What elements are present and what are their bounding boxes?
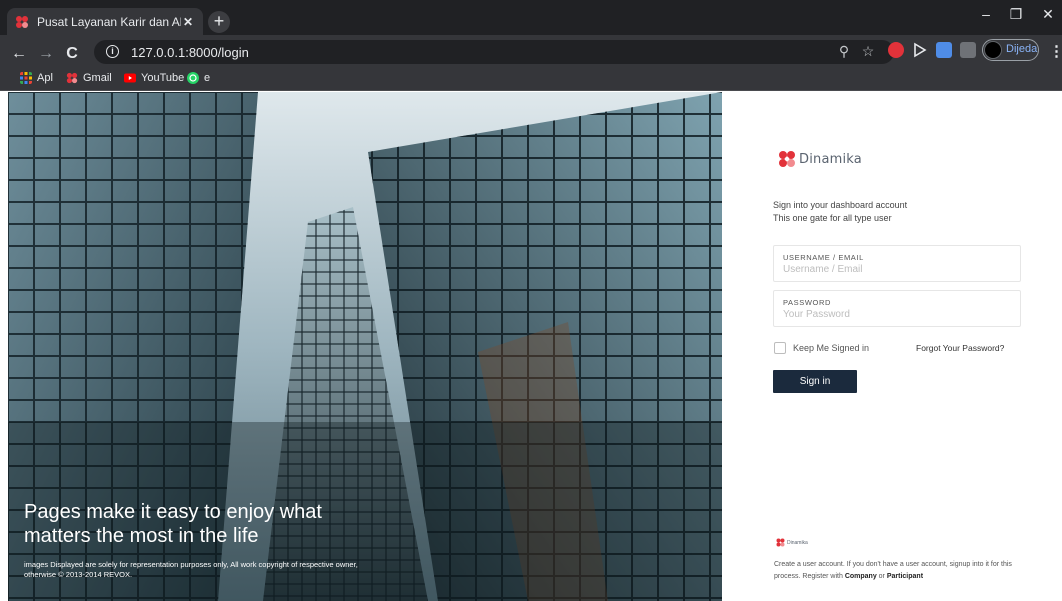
hero-headline: Pages make it easy to enjoy what matters… bbox=[24, 501, 322, 547]
hero-copyright-note: images Displayed are solely for represen… bbox=[24, 560, 358, 579]
login-page: Pages make it easy to enjoy what matters… bbox=[0, 92, 1062, 601]
minimize-icon[interactable]: – bbox=[976, 6, 996, 22]
password-input[interactable] bbox=[783, 309, 1011, 320]
username-field[interactable]: USERNAME / EMAIL bbox=[773, 245, 1021, 282]
register-participant-link[interactable]: Participant bbox=[887, 573, 923, 580]
footer-logo: Dinamika bbox=[776, 538, 808, 547]
bookmark-label: Gmail bbox=[83, 72, 112, 84]
keep-signed-in[interactable]: Keep Me Signed in bbox=[774, 342, 869, 354]
footer-brand-name: Dinamika bbox=[787, 539, 808, 546]
bookmark-whatsapp[interactable]: e bbox=[187, 72, 210, 84]
youtube-icon bbox=[124, 73, 136, 83]
intro-line-2: This one gate for all type user bbox=[773, 213, 892, 223]
forgot-password-link[interactable]: Forgot Your Password? bbox=[916, 343, 1004, 353]
maximize-icon[interactable]: ❐ bbox=[1006, 6, 1026, 23]
keep-signed-in-checkbox[interactable] bbox=[774, 342, 786, 354]
username-label: USERNAME / EMAIL bbox=[783, 253, 864, 262]
tab-title: Pusat Layanan Karir dan Alumni bbox=[37, 14, 181, 29]
tab-close-icon[interactable]: ✕ bbox=[181, 15, 195, 29]
login-panel: Dinamika Sign into your dashboard accoun… bbox=[722, 92, 1062, 601]
browser-menu-icon[interactable]: ⋮ bbox=[1049, 42, 1062, 60]
apps-grid-icon bbox=[20, 72, 32, 84]
bookmark-star-icon[interactable]: ☆ bbox=[860, 43, 876, 60]
browser-tab[interactable]: Pusat Layanan Karir dan Alumni ✕ bbox=[7, 8, 203, 35]
browser-titlebar: Pusat Layanan Karir dan Alumni ✕ + – ❐ ✕ bbox=[0, 0, 1062, 35]
close-window-icon[interactable]: ✕ bbox=[1038, 6, 1058, 23]
bookmark-label: Apl bbox=[37, 72, 53, 84]
bookmark-label: e bbox=[204, 72, 211, 84]
keep-signed-in-label[interactable]: Keep Me Signed in bbox=[793, 343, 869, 353]
signin-intro: Sign into your dashboard account This on… bbox=[773, 199, 907, 225]
dinamika-favicon-icon bbox=[16, 15, 28, 28]
site-info-icon[interactable]: i bbox=[106, 45, 119, 58]
reload-icon[interactable]: C bbox=[63, 45, 81, 63]
new-tab-button[interactable]: + bbox=[208, 11, 230, 33]
sign-in-button[interactable]: Sign in bbox=[773, 370, 857, 393]
register-company-link[interactable]: Company bbox=[845, 573, 877, 580]
username-input[interactable] bbox=[783, 264, 1011, 275]
back-icon[interactable]: ← bbox=[10, 45, 28, 63]
puzzle-icon[interactable] bbox=[962, 42, 978, 58]
url-text[interactable]: 127.0.0.1:8000/login bbox=[131, 45, 249, 60]
bookmark-gmail[interactable]: Gmail bbox=[66, 72, 112, 84]
cast-icon[interactable] bbox=[912, 42, 928, 58]
brand-logo: Dinamika bbox=[778, 150, 862, 168]
bookmark-label: YouTube bbox=[141, 72, 185, 84]
avatar bbox=[984, 41, 1002, 59]
dinamika-logo-icon bbox=[779, 151, 795, 167]
password-label: PASSWORD bbox=[783, 298, 831, 307]
profile-button[interactable]: Dijeda bbox=[982, 39, 1039, 61]
bookmark-apps[interactable]: Apl bbox=[20, 72, 53, 84]
intro-line-1: Sign into your dashboard account bbox=[773, 200, 908, 210]
signup-note-or: or bbox=[876, 573, 887, 580]
forward-icon[interactable]: → bbox=[37, 45, 55, 63]
whatsapp-icon bbox=[187, 72, 199, 84]
dinamika-favicon-icon bbox=[66, 72, 78, 84]
dinamika-logo-icon bbox=[776, 538, 785, 547]
signup-note: Create a user account. If you don't have… bbox=[774, 559, 1034, 583]
hero-image: Pages make it easy to enjoy what matters… bbox=[8, 92, 722, 601]
zoom-icon[interactable]: ⚲ bbox=[836, 43, 852, 60]
brand-name: Dinamika bbox=[799, 151, 862, 167]
profile-name: Dijeda bbox=[1006, 43, 1038, 55]
bookmark-youtube[interactable]: YouTube bbox=[124, 72, 184, 84]
password-field[interactable]: PASSWORD bbox=[773, 290, 1021, 327]
translate-extension-icon[interactable] bbox=[936, 42, 952, 58]
extension-icon[interactable] bbox=[888, 42, 904, 58]
